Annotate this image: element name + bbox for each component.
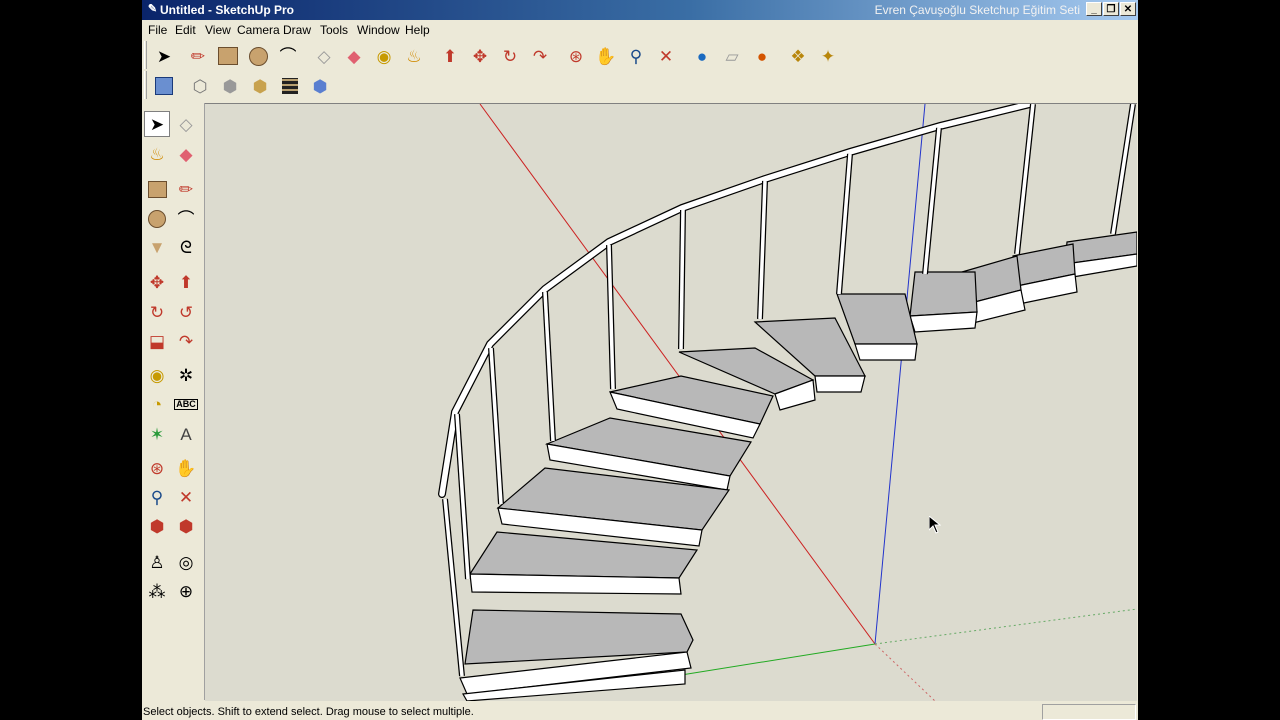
mouse-cursor-icon bbox=[929, 516, 941, 534]
rectangle-icon[interactable] bbox=[144, 176, 170, 202]
arc-icon[interactable]: ⌒ bbox=[173, 206, 199, 232]
protractor-icon[interactable]: ◔ bbox=[144, 391, 170, 417]
zoom-icon[interactable]: ⚲ bbox=[624, 44, 648, 68]
eraser-icon[interactable]: ◇ bbox=[312, 44, 336, 68]
window-title: Untitled - SketchUp Pro bbox=[160, 3, 295, 17]
textured-icon[interactable] bbox=[278, 74, 302, 98]
menu-window[interactable]: Window bbox=[357, 23, 400, 37]
rotate-icon[interactable]: ↻ bbox=[144, 299, 170, 325]
eraser-icon[interactable]: ◆ bbox=[173, 141, 199, 167]
rectangle-icon[interactable] bbox=[216, 44, 240, 68]
paint-bucket-icon[interactable]: ♨ bbox=[402, 44, 426, 68]
circle-icon[interactable] bbox=[144, 206, 170, 232]
rotate-icon[interactable]: ↻ bbox=[498, 44, 522, 68]
maximize-button[interactable]: ❐ bbox=[1103, 2, 1119, 16]
3d-text-icon[interactable]: A bbox=[173, 421, 199, 447]
menu-bar: File Edit View Camera Draw Tools Window … bbox=[142, 20, 1138, 39]
paint-bucket-icon[interactable]: ♨ bbox=[144, 141, 170, 167]
model-viewport[interactable] bbox=[205, 103, 1137, 701]
push-pull-icon[interactable]: ⬆ bbox=[173, 269, 199, 295]
scale-icon[interactable]: ⬓ bbox=[144, 328, 170, 354]
share-model-icon[interactable]: ● bbox=[750, 44, 774, 68]
staircase-model[interactable] bbox=[438, 104, 1137, 701]
wireframe-icon[interactable]: ⬡ bbox=[188, 74, 212, 98]
measurements-box[interactable] bbox=[1042, 704, 1136, 720]
orbit-icon[interactable]: ⊛ bbox=[564, 44, 588, 68]
pan-icon[interactable]: ✋ bbox=[594, 44, 618, 68]
circle-icon[interactable] bbox=[246, 44, 270, 68]
main-toolbar: ➤ ✏ ⌒ ◇ ◆ ◉ ♨ ⬆ ✥ ↻ ↷ ⊛ ✋ ⚲ ✕ ● ▱ ● ❖ ✦ bbox=[144, 41, 1134, 71]
red-axis-dashed bbox=[874, 643, 936, 701]
title-bar: ✎ Untitled - SketchUp Pro Evren Çavuşoğl… bbox=[142, 0, 1138, 20]
scene-canvas[interactable] bbox=[205, 104, 1137, 701]
sketchup-window: ✎ Untitled - SketchUp Pro Evren Çavuşoğl… bbox=[142, 0, 1138, 720]
previous-view-icon[interactable]: ⬢ bbox=[144, 513, 170, 539]
follow-me-icon[interactable]: ↺ bbox=[173, 299, 199, 325]
next-view-icon[interactable]: ⬢ bbox=[173, 513, 199, 539]
menu-draw[interactable]: Draw bbox=[283, 23, 311, 37]
pencil-icon[interactable]: ✏ bbox=[186, 44, 210, 68]
offset-icon[interactable]: ↷ bbox=[173, 328, 199, 354]
video-overlay-text: Evren Çavuşoğlu Sketchup Eğitim Seti bbox=[874, 3, 1080, 17]
select-icon[interactable]: ➤ bbox=[152, 44, 176, 68]
shaded-icon[interactable]: ⬢ bbox=[248, 74, 272, 98]
section-plane-icon[interactable]: ⊕ bbox=[173, 578, 199, 604]
move-icon[interactable]: ✥ bbox=[468, 44, 492, 68]
green-axis-dashed bbox=[874, 608, 1137, 645]
orbit-icon[interactable]: ⊛ bbox=[144, 455, 170, 481]
google-earth-icon[interactable]: ● bbox=[690, 44, 714, 68]
toolbar-grip[interactable] bbox=[144, 41, 147, 69]
push-pull-icon[interactable]: ⬆ bbox=[438, 44, 462, 68]
freehand-icon[interactable]: ᘓ bbox=[173, 234, 199, 260]
menu-tools[interactable]: Tools bbox=[320, 23, 348, 37]
menu-file[interactable]: File bbox=[148, 23, 167, 37]
views-toolbar: ⬡ ⬢ ⬢ ⬢ bbox=[144, 71, 344, 101]
status-bar: Select objects. Shift to extend select. … bbox=[142, 702, 1138, 720]
walk-icon[interactable]: ⁂ bbox=[144, 578, 170, 604]
iso-view-icon[interactable] bbox=[152, 74, 176, 98]
blue-axis bbox=[874, 104, 926, 645]
minimize-button[interactable]: _ bbox=[1086, 2, 1102, 16]
polygon-icon[interactable]: ▼ bbox=[144, 234, 170, 260]
follow-me-icon[interactable]: ↷ bbox=[528, 44, 552, 68]
position-camera-icon[interactable]: ♙ bbox=[144, 549, 170, 575]
pan-icon[interactable]: ✋ bbox=[173, 455, 199, 481]
tape-measure-icon[interactable]: ◉ bbox=[372, 44, 396, 68]
select-icon[interactable]: ➤ bbox=[144, 111, 170, 137]
toolbar-grip[interactable] bbox=[144, 71, 147, 99]
move-icon[interactable]: ✥ bbox=[144, 269, 170, 295]
components-icon[interactable]: ❖ bbox=[786, 44, 810, 68]
status-text: Select objects. Shift to extend select. … bbox=[143, 706, 474, 718]
zoom-extents-icon[interactable]: ✕ bbox=[654, 44, 678, 68]
text-icon[interactable]: ABC bbox=[173, 391, 199, 417]
zoom-icon[interactable]: ⚲ bbox=[144, 484, 170, 510]
menu-help[interactable]: Help bbox=[405, 23, 430, 37]
get-models-icon[interactable]: ▱ bbox=[720, 44, 744, 68]
axes-icon[interactable]: ✶ bbox=[144, 421, 170, 447]
look-around-icon[interactable]: ◎ bbox=[173, 549, 199, 575]
menu-view[interactable]: View bbox=[205, 23, 231, 37]
paint-eraser-icon[interactable]: ◆ bbox=[342, 44, 366, 68]
zoom-window-icon[interactable]: ✕ bbox=[173, 484, 199, 510]
menu-edit[interactable]: Edit bbox=[175, 23, 196, 37]
tape-measure-icon[interactable]: ◉ bbox=[144, 362, 170, 388]
green-axis bbox=[674, 643, 876, 677]
hidden-line-icon[interactable]: ⬢ bbox=[218, 74, 242, 98]
warehouse-icon[interactable]: ✦ bbox=[816, 44, 840, 68]
make-component-icon[interactable]: ◇ bbox=[173, 111, 199, 137]
left-toolbar: ➤ ◇ ♨ ◆ ✏ ⌒ ▼ ᘓ ✥ ⬆ ↻ ↺ ⬓ ↷ ◉ ✲ ◔ ABC ✶ … bbox=[142, 103, 205, 700]
dimension-icon[interactable]: ✲ bbox=[173, 362, 199, 388]
xray-icon[interactable]: ⬢ bbox=[308, 74, 332, 98]
line-icon[interactable]: ✏ bbox=[173, 176, 199, 202]
menu-camera[interactable]: Camera bbox=[237, 23, 280, 37]
sketchup-logo-icon: ✎ bbox=[147, 3, 158, 15]
arc-icon[interactable]: ⌒ bbox=[276, 44, 300, 68]
close-button[interactable]: ✕ bbox=[1120, 2, 1136, 16]
